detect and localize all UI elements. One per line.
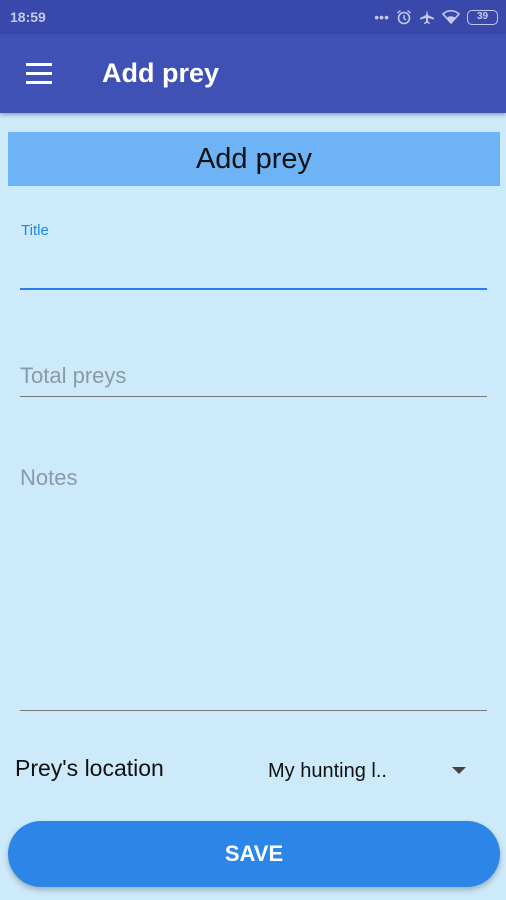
total-preys-input[interactable] <box>20 359 487 393</box>
total-preys-underline <box>20 396 487 397</box>
status-bar: 18:59 ••• 39 <box>0 0 506 34</box>
form-heading: Add prey <box>8 132 500 186</box>
wifi-icon <box>442 10 460 25</box>
battery-icon: 39 <box>467 9 498 25</box>
title-input[interactable] <box>20 252 487 286</box>
airplane-icon <box>420 10 434 24</box>
menu-icon[interactable] <box>22 60 56 88</box>
status-icons: ••• 39 <box>374 6 498 28</box>
title-underline <box>20 288 487 290</box>
location-selected-value: My hunting l.. <box>268 760 387 782</box>
notes-underline <box>20 710 487 711</box>
location-label: Prey's location <box>15 755 164 781</box>
status-time: 18:59 <box>10 9 46 25</box>
notes-input[interactable] <box>20 465 487 705</box>
dropdown-arrow-icon <box>452 767 466 774</box>
alarm-icon <box>397 9 411 25</box>
more-dots-icon: ••• <box>374 9 389 25</box>
save-button[interactable]: SAVE <box>8 821 500 887</box>
app-bar: Add prey <box>0 34 506 113</box>
title-field-label: Title <box>21 222 49 239</box>
app-title: Add prey <box>102 58 220 88</box>
location-dropdown[interactable]: My hunting l.. <box>258 748 488 794</box>
